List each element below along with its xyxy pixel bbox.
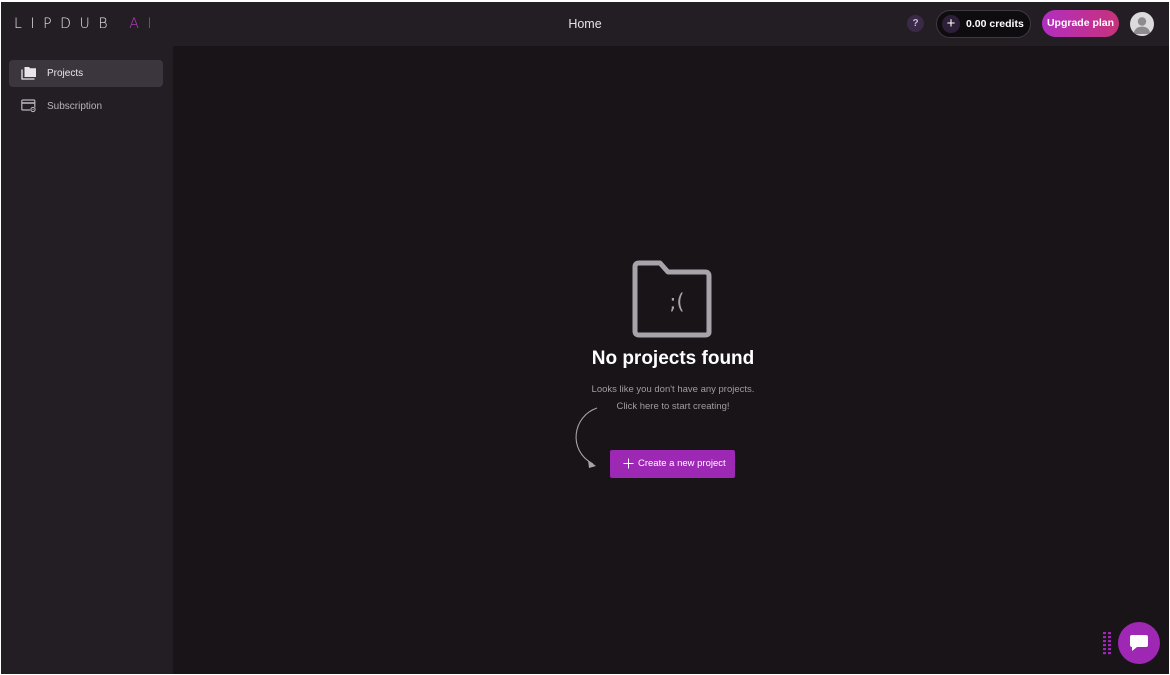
logo-text: LIPDUB	[14, 16, 130, 32]
billing-settings-icon	[21, 99, 36, 113]
help-button[interactable]: ?	[907, 15, 924, 32]
empty-state-title: No projects found	[591, 348, 755, 369]
chat-widget-button[interactable]	[1118, 622, 1160, 664]
sidebar: Projects Subscription	[1, 46, 173, 674]
sidebar-item-label: Projects	[47, 68, 84, 79]
sidebar-item-projects[interactable]: Projects	[9, 60, 163, 87]
folder-icon	[21, 67, 36, 80]
create-project-button[interactable]: Create a new project	[610, 450, 735, 478]
sidebar-item-label: Subscription	[47, 101, 103, 112]
top-bar: LIPDUB AI Home ? + 0.00 credits Upgrade …	[1, 2, 1169, 46]
curved-arrow-icon	[575, 407, 598, 468]
plus-icon	[623, 458, 634, 469]
sad-folder-icon: ;(	[632, 260, 712, 338]
logo[interactable]: LIPDUB AI	[14, 14, 160, 34]
upgrade-plan-button[interactable]: Upgrade plan	[1042, 10, 1119, 37]
sidebar-item-subscription[interactable]: Subscription	[9, 93, 163, 120]
empty-state-hint: Click here to start creating!	[616, 401, 730, 412]
logo-accent: AI	[129, 16, 161, 32]
sad-face-text: ;(	[669, 290, 684, 314]
credits-button[interactable]: + 0.00 credits	[936, 10, 1031, 38]
app-window: LIPDUB AI Home ? + 0.00 credits Upgrade …	[1, 2, 1169, 674]
plus-icon: +	[942, 15, 960, 33]
create-project-label: Create a new project	[638, 458, 726, 469]
user-avatar-icon[interactable]	[1130, 12, 1154, 36]
empty-state-description: Looks like you don't have any projects.	[591, 384, 755, 395]
chat-bubble-icon	[1130, 635, 1148, 651]
drag-handle-icon[interactable]	[1102, 631, 1112, 655]
credits-label: 0.00 credits	[966, 18, 1024, 30]
